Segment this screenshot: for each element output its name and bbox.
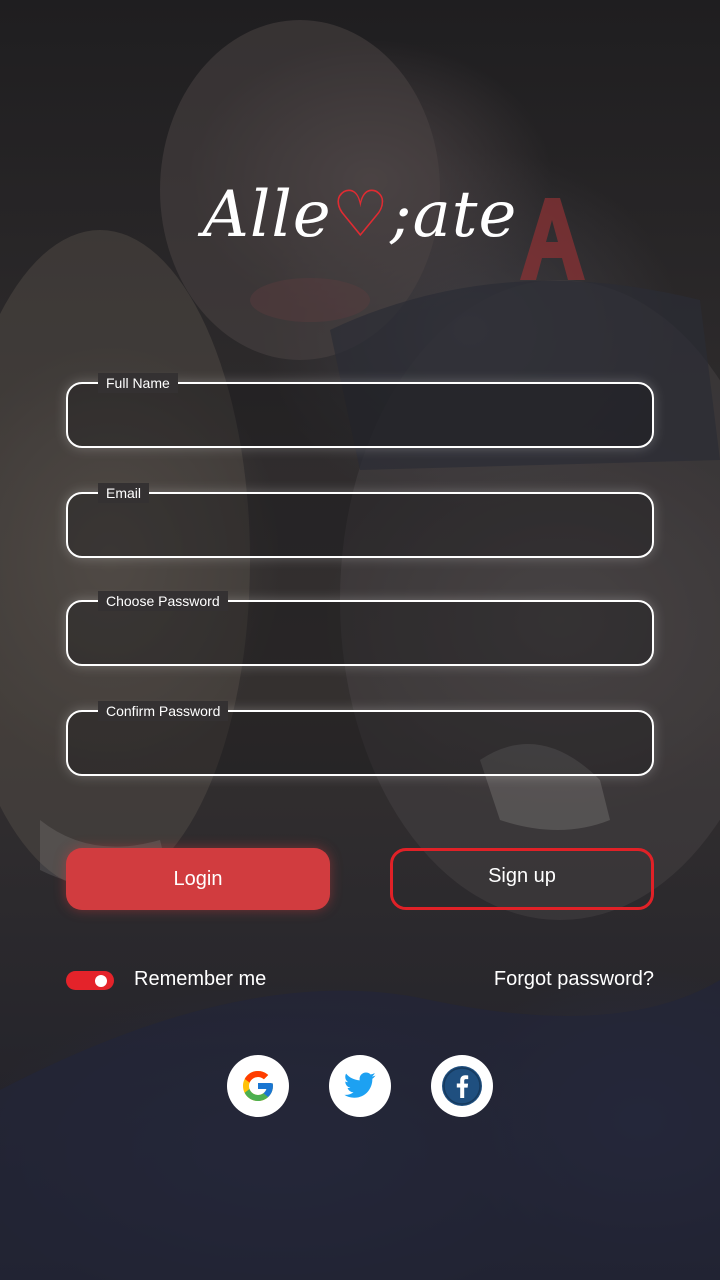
choose-password-input[interactable] — [68, 602, 652, 664]
confirm-password-field[interactable]: Confirm Password — [66, 701, 654, 776]
twitter-icon — [344, 1072, 376, 1098]
choose-password-field[interactable]: Choose Password — [66, 591, 654, 666]
remember-me-label: Remember me — [134, 968, 267, 990]
heart-icon: ♡ — [331, 178, 391, 252]
logo-text-end: ;ate — [390, 178, 518, 252]
login-button[interactable]: Login — [66, 848, 330, 910]
google-login-button[interactable] — [227, 1055, 289, 1117]
full-name-field[interactable]: Full Name — [66, 373, 654, 448]
full-name-input[interactable] — [68, 384, 652, 446]
signup-screen: Alle♡;ate Full Name Email Choose Passwor… — [0, 0, 720, 1280]
google-icon — [243, 1071, 273, 1101]
logo-text-start: Alle — [202, 178, 332, 252]
twitter-login-button[interactable] — [329, 1055, 391, 1117]
app-logo: Alle♡;ate — [0, 170, 720, 260]
toggle-knob — [95, 974, 107, 987]
logo-wordmark: Alle♡;ate — [203, 183, 518, 247]
facebook-icon — [442, 1066, 482, 1106]
signup-button[interactable]: Sign up — [390, 848, 654, 910]
email-input[interactable] — [68, 494, 652, 556]
confirm-password-input[interactable] — [68, 712, 652, 774]
email-field[interactable]: Email — [66, 483, 654, 558]
facebook-login-button[interactable] — [431, 1055, 493, 1117]
forgot-password-link[interactable]: Forgot password? — [494, 968, 654, 991]
remember-me-toggle[interactable] — [66, 971, 114, 990]
